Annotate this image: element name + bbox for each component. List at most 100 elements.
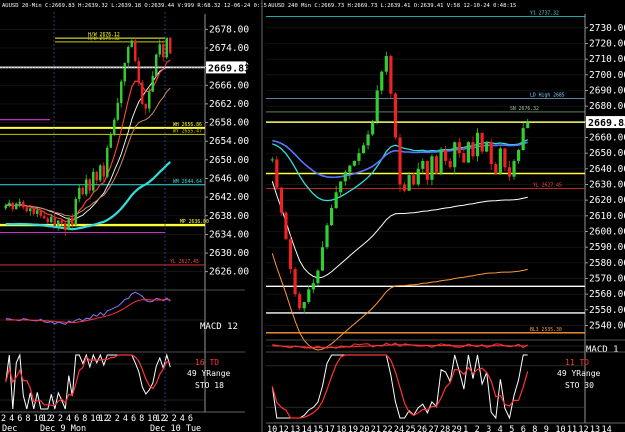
- time-tick-label: 2: [50, 414, 55, 424]
- candle-body: [109, 134, 112, 148]
- time-tick-label: 22: [382, 425, 392, 432]
- candle-body: [113, 119, 116, 135]
- time-tick-label: 6: [521, 425, 526, 432]
- level-label: YL 2627.45: [533, 182, 562, 188]
- candle-body: [412, 175, 416, 185]
- candle-body: [439, 150, 443, 174]
- candle-body: [307, 289, 311, 302]
- candle-body: [421, 160, 425, 169]
- candle-body: [325, 225, 329, 248]
- price-tick-label: 2650.00: [209, 155, 249, 166]
- candle-body: [137, 61, 140, 83]
- time-tick-label: 4: [180, 414, 185, 424]
- candle-body: [380, 71, 384, 91]
- time-tick-label: 2: [475, 425, 480, 432]
- candle-body: [15, 203, 18, 210]
- price-tick-label: 2642.00: [209, 192, 249, 203]
- candle-body: [81, 187, 84, 195]
- candle-body: [284, 212, 288, 240]
- candle-body: [43, 215, 46, 219]
- candle-body: [162, 44, 165, 58]
- price-tick-label: 2720.00: [589, 38, 625, 49]
- level-label: WH 2656.86: [173, 122, 202, 128]
- candle-body: [361, 145, 366, 154]
- candle-body: [151, 75, 154, 92]
- candle-body: [92, 171, 95, 191]
- level-label: SN 2676.32: [510, 106, 539, 112]
- candle-body: [130, 40, 133, 48]
- time-tick-label: 14: [601, 425, 611, 432]
- candle-body: [39, 210, 42, 216]
- moving-average-line: [271, 253, 528, 351]
- candle-body: [120, 81, 123, 103]
- time-tick-label: 4: [123, 414, 128, 424]
- candle-body: [4, 205, 7, 209]
- candle-body: [453, 142, 457, 168]
- candle-body: [8, 202, 11, 206]
- time-tick-label: 8: [25, 414, 30, 424]
- candle-body: [352, 160, 356, 166]
- price-tick-label: 2570.00: [589, 273, 625, 284]
- chart-canvas: AUUSD 20-Min C:2669.83 H:2639.32 L:2639.…: [0, 0, 625, 432]
- candle-body: [169, 37, 172, 54]
- candle-body: [348, 165, 352, 172]
- level-label: WM 2644.64: [173, 179, 202, 185]
- candle-body: [78, 187, 81, 199]
- candle-body: [507, 167, 512, 177]
- candle-body: [489, 142, 493, 165]
- candle-body: [288, 239, 293, 270]
- time-tick-label: 10: [267, 425, 277, 432]
- candle-body: [329, 207, 334, 226]
- time-tick-label: 13: [290, 425, 300, 432]
- candle-body: [116, 102, 119, 120]
- candle-body: [402, 184, 407, 191]
- candle-body: [60, 220, 63, 224]
- time-tick-label: 3: [486, 425, 491, 432]
- price-tick-label: 2666.00: [209, 80, 249, 91]
- time-tick-label: 2: [115, 414, 120, 424]
- time-tick-label: 25: [405, 425, 415, 432]
- candle-body: [102, 165, 105, 177]
- candle-body: [475, 132, 480, 157]
- price-tick-label: 2678.00: [209, 24, 249, 35]
- time-tick-label: 6: [188, 414, 193, 424]
- candle-body: [371, 121, 375, 135]
- time-tick-label: 4: [498, 425, 503, 432]
- time-tick-label: 14: [302, 425, 312, 432]
- candle-body: [11, 202, 14, 210]
- price-tick-label: 2560.00: [589, 289, 625, 300]
- time-tick-label: 1: [463, 425, 468, 432]
- price-tick-label: 2600.00: [589, 226, 625, 237]
- time-tick-label: 2: [164, 414, 169, 424]
- time-tick-label: 29: [452, 425, 462, 432]
- price-tick-label: 2700.00: [589, 70, 625, 81]
- candle-body: [471, 142, 475, 157]
- price-tick-label: 2540.00: [589, 320, 625, 331]
- time-tick-label: 4: [9, 414, 14, 424]
- candle-body: [339, 181, 343, 193]
- candle-body: [448, 160, 452, 168]
- price-tick-label: 2610.00: [589, 211, 625, 222]
- candle-body: [334, 192, 338, 208]
- time-tick-label: 4: [66, 414, 71, 424]
- price-tick-label: 2634.00: [209, 229, 249, 240]
- candle-body: [67, 217, 70, 230]
- price-tick-label: 2710.00: [589, 54, 625, 65]
- left-chart-panel: AUUSD 20-Min C:2669.83 H:2639.32 L:2639.…: [0, 3, 267, 432]
- price-tick-label: 2630.00: [209, 248, 249, 259]
- candle-body: [389, 56, 393, 94]
- candle-body: [165, 37, 168, 58]
- level-label: Y1 2737.32: [530, 10, 559, 16]
- candle-body: [416, 168, 420, 185]
- time-tick-label: 12: [578, 425, 588, 432]
- yrange-label: 49 YRange: [557, 369, 601, 378]
- candle-body: [99, 165, 102, 181]
- candle-body: [425, 160, 429, 180]
- candle-body: [384, 56, 388, 72]
- price-tick-label: 2590.00: [589, 242, 625, 253]
- td-count-label: 11 TD: [565, 358, 589, 367]
- candle-body: [270, 159, 274, 161]
- candle-body: [106, 147, 109, 177]
- candle-body: [36, 210, 39, 214]
- candle-body: [343, 171, 347, 182]
